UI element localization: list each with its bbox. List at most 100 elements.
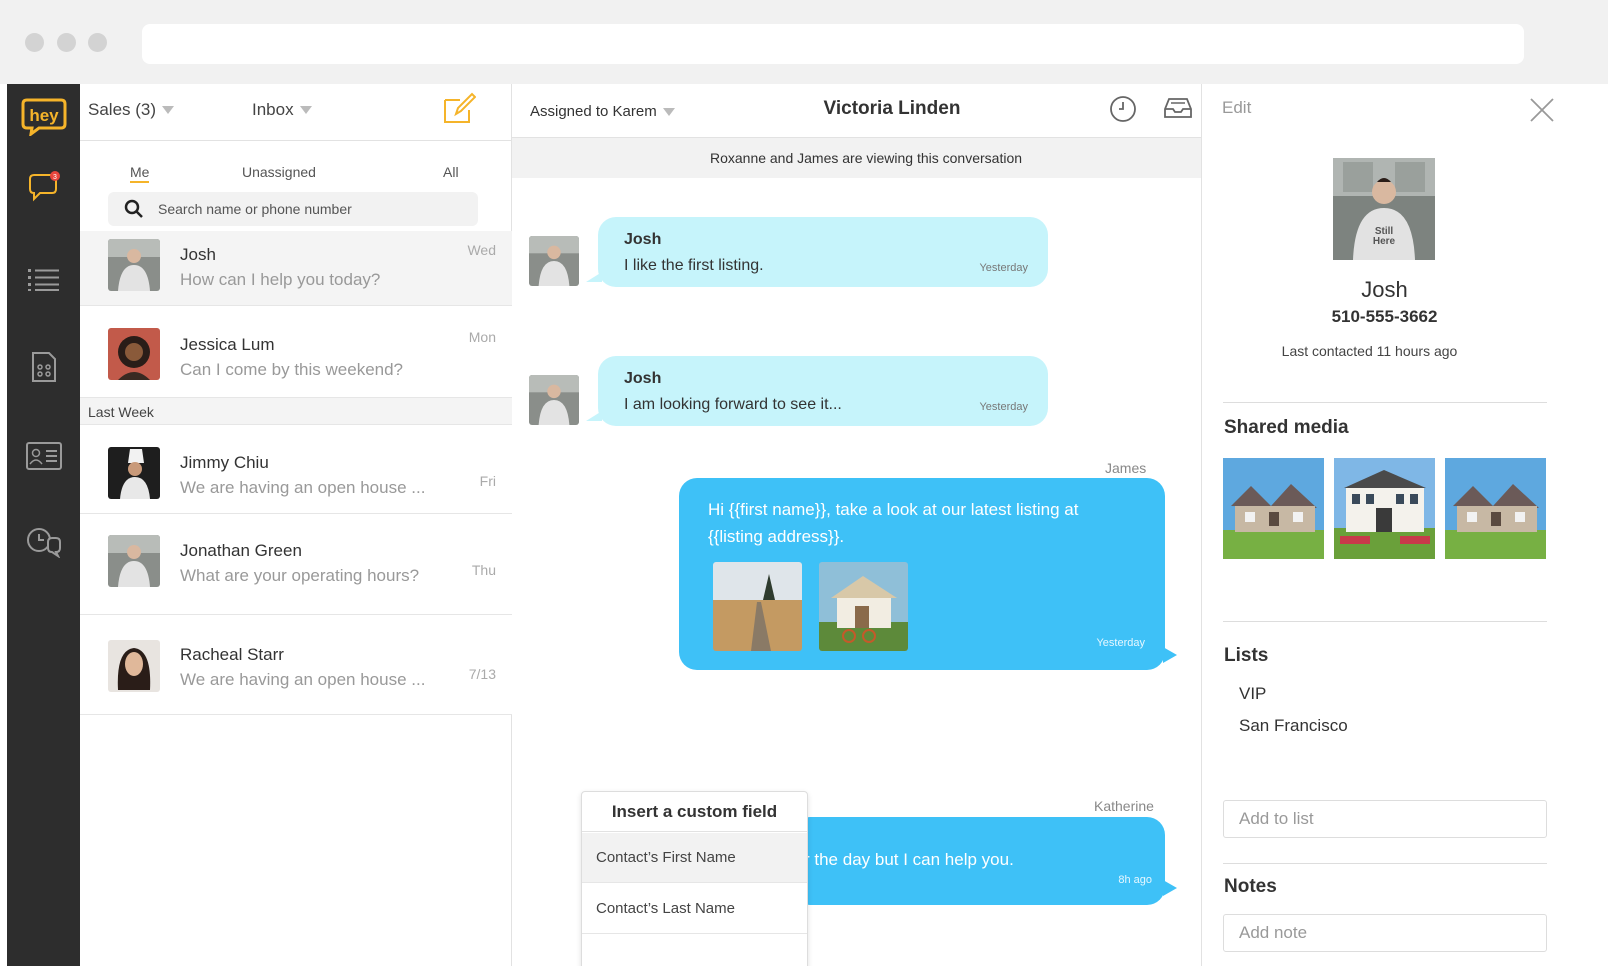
- avatar: [108, 640, 160, 692]
- conversation-item[interactable]: Josh How can I help you today? Wed: [80, 231, 512, 306]
- svg-text:3: 3: [53, 174, 57, 181]
- search-input[interactable]: Search name or phone number: [108, 192, 478, 226]
- clock-chat-icon: [26, 528, 61, 558]
- conversation-time: Thu: [471, 562, 496, 578]
- message-time: Yesterday: [979, 401, 1028, 413]
- nav-conversations[interactable]: 3: [7, 162, 80, 214]
- nav-rail: hey 3: [7, 84, 80, 966]
- message-body: r the day but I can help you.: [804, 850, 1014, 869]
- logo[interactable]: hey: [7, 90, 80, 142]
- conversation-name: Racheal Starr: [180, 645, 284, 664]
- contact-name: Josh: [1361, 277, 1408, 302]
- hey-logo-icon: hey: [21, 98, 66, 136]
- add-to-list-input[interactable]: Add to list: [1223, 800, 1547, 838]
- conversation-title: Victoria Linden: [823, 98, 961, 119]
- contact-photo: Still Here: [1333, 158, 1435, 260]
- schedule-button[interactable]: [1109, 95, 1137, 128]
- attached-image-cottage[interactable]: [819, 562, 908, 651]
- edit-button[interactable]: Edit: [1222, 98, 1251, 118]
- conversation-preview: Can I come by this weekend?: [180, 360, 404, 379]
- conversation-preview: We are having an open house ...: [180, 670, 426, 689]
- filter-unassigned[interactable]: Unassigned: [242, 164, 316, 180]
- message-time: Yesterday: [1096, 637, 1145, 649]
- team-dropdown-label: Sales (3): [88, 100, 157, 119]
- menu-item-last-name[interactable]: Contact’s Last Name: [582, 884, 807, 934]
- message-time: Yesterday: [979, 262, 1028, 274]
- message-sender: Josh: [624, 370, 662, 387]
- clock-icon: [1110, 96, 1136, 122]
- list-tag[interactable]: VIP: [1239, 684, 1266, 704]
- message-body: Hi {{first name}}, take a look at our la…: [708, 500, 1079, 519]
- shared-media-item[interactable]: [1334, 458, 1435, 559]
- compose-button[interactable]: [442, 92, 477, 129]
- chat-bubbles-icon: 3: [28, 171, 60, 202]
- chevron-down-icon: [162, 106, 175, 114]
- divider: [1223, 402, 1547, 403]
- conversation-item[interactable]: Jimmy Chiu We are having an open house .…: [80, 425, 512, 514]
- list-header: Sales (3) Inbox: [80, 84, 512, 141]
- avatar: [108, 535, 160, 587]
- svg-text:Here: Here: [1373, 236, 1396, 247]
- team-dropdown[interactable]: Sales (3): [88, 100, 175, 120]
- message-time: 8h ago: [1118, 874, 1152, 886]
- archive-button[interactable]: [1164, 97, 1192, 124]
- menu-item-first-name[interactable]: Contact’s First Name: [582, 833, 807, 883]
- filter-me[interactable]: Me: [130, 164, 150, 183]
- avatar: [529, 236, 579, 286]
- folder-dropdown-label: Inbox: [252, 100, 294, 119]
- nav-scheduled[interactable]: [7, 516, 80, 568]
- window-maximize-dot[interactable]: [88, 33, 107, 52]
- conversation-preview: How can I help you today?: [180, 270, 381, 289]
- app-window: hey 3 Sales (3) Inbox Me Unassigned All …: [7, 84, 1602, 966]
- conversation-item[interactable]: Racheal Starr We are having an open hous…: [80, 615, 512, 715]
- compose-icon: [444, 92, 477, 123]
- search-icon: [124, 199, 143, 218]
- message-agent: James: [1105, 460, 1147, 476]
- custom-field-menu: Insert a custom field Contact’s First Na…: [581, 791, 808, 966]
- search-placeholder: Search name or phone number: [158, 201, 352, 217]
- address-bar[interactable]: [142, 24, 1524, 64]
- last-contacted: Last contacted 11 hours ago: [1281, 343, 1458, 359]
- conversation-time: Fri: [479, 473, 496, 489]
- conversation-list-pane: Sales (3) Inbox Me Unassigned All Search…: [80, 84, 512, 966]
- chevron-down-icon: [299, 106, 312, 114]
- conversation-preview: We are having an open house ...: [180, 478, 426, 497]
- message-body: {{listing address}}.: [708, 527, 845, 546]
- outgoing-message: r the day but I can help you. 8h ago: [792, 817, 1165, 905]
- close-button[interactable]: [1528, 96, 1556, 124]
- svg-text:hey: hey: [29, 106, 59, 125]
- filter-all[interactable]: All: [443, 164, 459, 180]
- close-icon: [1530, 98, 1554, 122]
- shared-media-title: Shared media: [1224, 417, 1349, 438]
- nav-lists[interactable]: [7, 254, 80, 306]
- conversation-name: Josh: [180, 245, 216, 264]
- avatar: [108, 239, 160, 291]
- conversation-name: Jimmy Chiu: [180, 453, 269, 472]
- folder-dropdown[interactable]: Inbox: [252, 100, 312, 120]
- contact-card-icon: [25, 442, 62, 470]
- avatar: [108, 328, 160, 380]
- shared-media-item[interactable]: [1223, 458, 1324, 559]
- browser-chrome: [0, 0, 1608, 84]
- message-body: I am looking forward to see it...: [624, 396, 842, 413]
- list-tag[interactable]: San Francisco: [1239, 716, 1348, 736]
- attached-image-boardwalk[interactable]: [713, 562, 802, 651]
- conversation-pane: Assigned to Karem Victoria Linden Roxann…: [512, 84, 1220, 966]
- window-minimize-dot[interactable]: [57, 33, 76, 52]
- nav-contacts[interactable]: [7, 430, 80, 482]
- lists-title: Lists: [1224, 645, 1269, 666]
- viewing-notice: Roxanne and James are viewing this conve…: [512, 138, 1220, 178]
- window-close-dot[interactable]: [25, 33, 44, 52]
- avatar: [529, 375, 579, 425]
- message-body: I like the first listing.: [624, 257, 764, 274]
- assignment-filter-tabs: Me Unassigned All: [80, 142, 512, 183]
- add-note-input[interactable]: Add note: [1223, 914, 1547, 952]
- contact-phone: 510-555-3662: [1331, 307, 1438, 326]
- conversation-name: Jonathan Green: [180, 541, 302, 560]
- nav-templates[interactable]: [7, 341, 80, 393]
- bubble-tail: [1163, 880, 1177, 896]
- incoming-message: Josh I like the first listing. Yesterday: [598, 217, 1048, 287]
- conversation-item[interactable]: Jessica Lum Can I come by this weekend? …: [80, 306, 512, 398]
- conversation-item[interactable]: Jonathan Green What are your operating h…: [80, 514, 512, 615]
- shared-media-item[interactable]: [1445, 458, 1546, 559]
